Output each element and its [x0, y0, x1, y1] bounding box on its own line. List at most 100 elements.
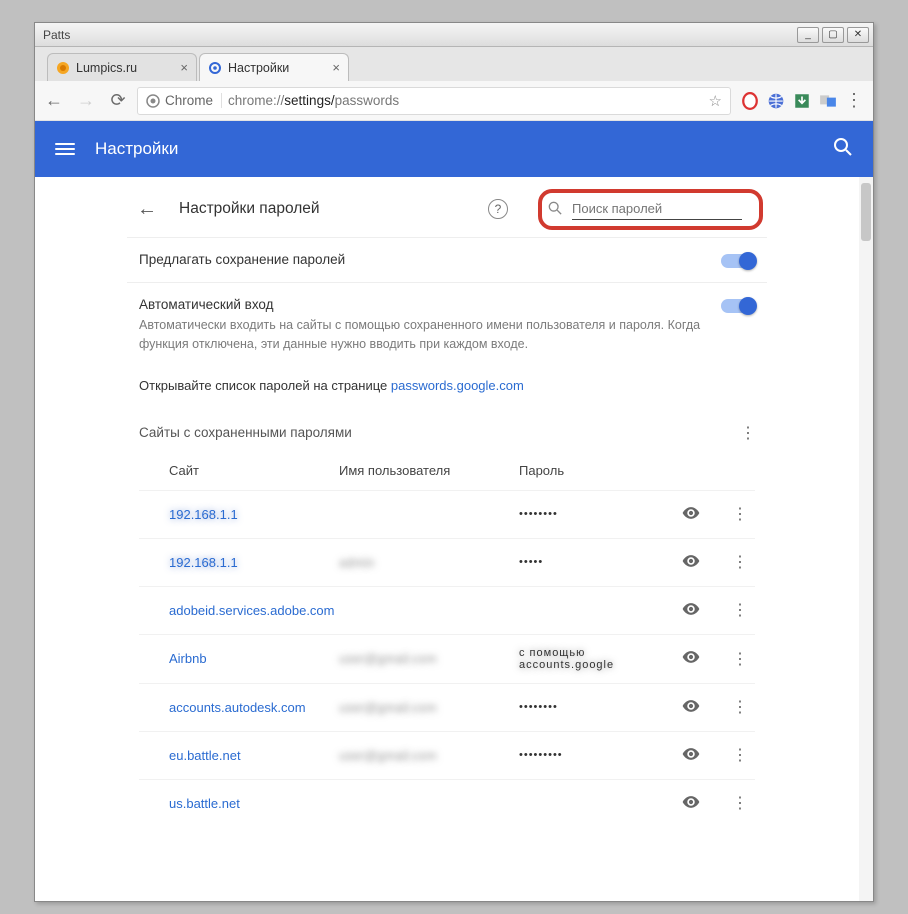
row-menu-icon[interactable]: ⋮ [725, 745, 755, 765]
password-search-input[interactable] [572, 199, 742, 220]
search-icon [548, 201, 562, 218]
password-cell: ••••••••• [519, 749, 671, 761]
tab-settings[interactable]: Настройки × [199, 53, 349, 81]
extension-icons: ⋮ [737, 92, 867, 110]
download-extension-icon[interactable] [793, 92, 811, 110]
opera-extension-icon[interactable] [741, 92, 759, 110]
window-buttons: _ ▢ ✕ [797, 27, 869, 43]
table-row: 192.168.1.1 •••••••• ⋮ [139, 490, 755, 538]
site-link[interactable]: eu.battle.net [169, 748, 329, 763]
row-menu-icon[interactable]: ⋮ [725, 600, 755, 620]
auto-signin-label: Автоматический вход Автоматически входит… [139, 297, 701, 354]
close-icon[interactable]: × [180, 60, 188, 75]
window-title: Patts [43, 28, 70, 42]
tab-label: Настройки [228, 61, 289, 75]
open-list-hint: Открывайте список паролей на странице pa… [127, 368, 767, 401]
row-menu-icon[interactable]: ⋮ [725, 552, 755, 572]
show-password-icon[interactable] [681, 744, 715, 767]
browser-menu-icon[interactable]: ⋮ [845, 92, 863, 110]
row-menu-icon[interactable]: ⋮ [725, 649, 755, 669]
username-cell: admin [339, 555, 509, 570]
back-button[interactable]: ← [41, 88, 67, 114]
show-password-icon[interactable] [681, 792, 715, 815]
os-window: Patts _ ▢ ✕ Lumpics.ru × Настройки × ← →… [34, 22, 874, 902]
window-minimize-button[interactable]: _ [797, 27, 819, 43]
offer-save-section: Предлагать сохранение паролей [127, 237, 767, 282]
table-row: accounts.autodesk.com user@gmail.com •••••… [139, 683, 755, 731]
scheme-chip: Chrome [146, 93, 222, 108]
table-row: eu.battle.net user@gmail.com ••••••••• ⋮ [139, 731, 755, 779]
hamburger-menu-icon[interactable] [55, 139, 75, 159]
table-row: 192.168.1.1 admin ••••• ⋮ [139, 538, 755, 586]
username-cell: user@gmail.com [339, 700, 509, 715]
site-link[interactable]: accounts.autodesk.com [169, 700, 329, 715]
page-viewport: Настройки ← Настройки паролей ? [35, 121, 873, 901]
close-icon[interactable]: × [332, 60, 340, 75]
username-cell: user@gmail.com [339, 748, 509, 763]
passwords-card: ← Настройки паролей ? Предлагать сохране… [127, 181, 767, 901]
tab-label: Lumpics.ru [76, 61, 137, 75]
globe-extension-icon[interactable] [767, 92, 785, 110]
password-search-highlight [538, 189, 763, 230]
passwords-table: Сайт Имя пользователя Пароль 192.168.1.1… [127, 453, 767, 827]
lumpics-favicon-icon [56, 61, 70, 75]
show-password-icon[interactable] [681, 696, 715, 719]
username-cell: user@gmail.com [339, 651, 509, 666]
page-scrollbar[interactable] [859, 177, 873, 901]
address-bar[interactable]: Chrome chrome://settings/passwords ☆ [137, 87, 731, 115]
bookmark-star-icon[interactable]: ☆ [709, 92, 722, 110]
row-menu-icon[interactable]: ⋮ [725, 697, 755, 717]
header-search-icon[interactable] [833, 137, 853, 162]
site-link[interactable]: Airbnb [169, 651, 329, 666]
window-close-button[interactable]: ✕ [847, 27, 869, 43]
table-row: us.battle.net ⋮ [139, 779, 755, 827]
page-title: Настройки [95, 139, 178, 159]
show-password-icon[interactable] [681, 503, 715, 526]
card-header: ← Настройки паролей ? [127, 181, 767, 237]
passwords-google-link[interactable]: passwords.google.com [391, 378, 524, 393]
card-title: Настройки паролей [179, 200, 320, 218]
column-password: Пароль [519, 463, 671, 478]
gear-icon [208, 61, 222, 75]
site-link[interactable]: us.battle.net [169, 796, 329, 811]
content-area: ← Настройки паролей ? Предлагать сохране… [35, 177, 859, 901]
scrollbar-thumb[interactable] [861, 183, 871, 241]
auto-signin-toggle[interactable] [721, 299, 755, 313]
saved-passwords-menu-icon[interactable]: ⋮ [740, 423, 755, 443]
auto-signin-section: Автоматический вход Автоматически входит… [127, 282, 767, 368]
password-cell: с помощью accounts.google [519, 647, 671, 671]
show-password-icon[interactable] [681, 551, 715, 574]
saved-passwords-header: Сайты с сохраненными паролями ⋮ [127, 401, 767, 453]
help-icon[interactable]: ? [488, 199, 508, 219]
password-cell: ••••• [519, 556, 671, 568]
password-cell: •••••••• [519, 508, 671, 520]
offer-save-toggle[interactable] [721, 254, 755, 268]
table-row: Airbnb user@gmail.com с помощью accounts.g… [139, 634, 755, 683]
browser-tabstrip: Lumpics.ru × Настройки × [35, 47, 873, 81]
column-user: Имя пользователя [339, 463, 509, 478]
password-cell: •••••••• [519, 701, 671, 713]
browser-toolbar: ← → ⟳ Chrome chrome://settings/passwords… [35, 81, 873, 121]
tab-lumpics[interactable]: Lumpics.ru × [47, 53, 197, 81]
site-link[interactable]: adobeid.services.adobe.com [169, 603, 329, 618]
show-password-icon[interactable] [681, 599, 715, 622]
offer-save-label: Предлагать сохранение паролей [139, 252, 701, 267]
url-text: chrome://settings/passwords [228, 93, 399, 108]
row-menu-icon[interactable]: ⋮ [725, 504, 755, 524]
show-password-icon[interactable] [681, 647, 715, 670]
auto-signin-description: Автоматически входить на сайты с помощью… [139, 316, 701, 354]
scheme-label: Chrome [165, 93, 213, 108]
chrome-icon [146, 94, 160, 108]
site-link[interactable]: 192.168.1.1 [169, 507, 329, 522]
row-menu-icon[interactable]: ⋮ [725, 793, 755, 813]
site-link[interactable]: 192.168.1.1 [169, 555, 329, 570]
reload-button[interactable]: ⟳ [105, 88, 131, 114]
back-arrow-icon[interactable]: ← [131, 194, 163, 225]
table-header: Сайт Имя пользователя Пароль [139, 453, 755, 490]
table-row: adobeid.services.adobe.com ⋮ [139, 586, 755, 634]
saved-passwords-title: Сайты с сохраненными паролями [139, 425, 352, 440]
window-maximize-button[interactable]: ▢ [822, 27, 844, 43]
column-site: Сайт [169, 463, 329, 478]
forward-button: → [73, 88, 99, 114]
translate-extension-icon[interactable] [819, 92, 837, 110]
